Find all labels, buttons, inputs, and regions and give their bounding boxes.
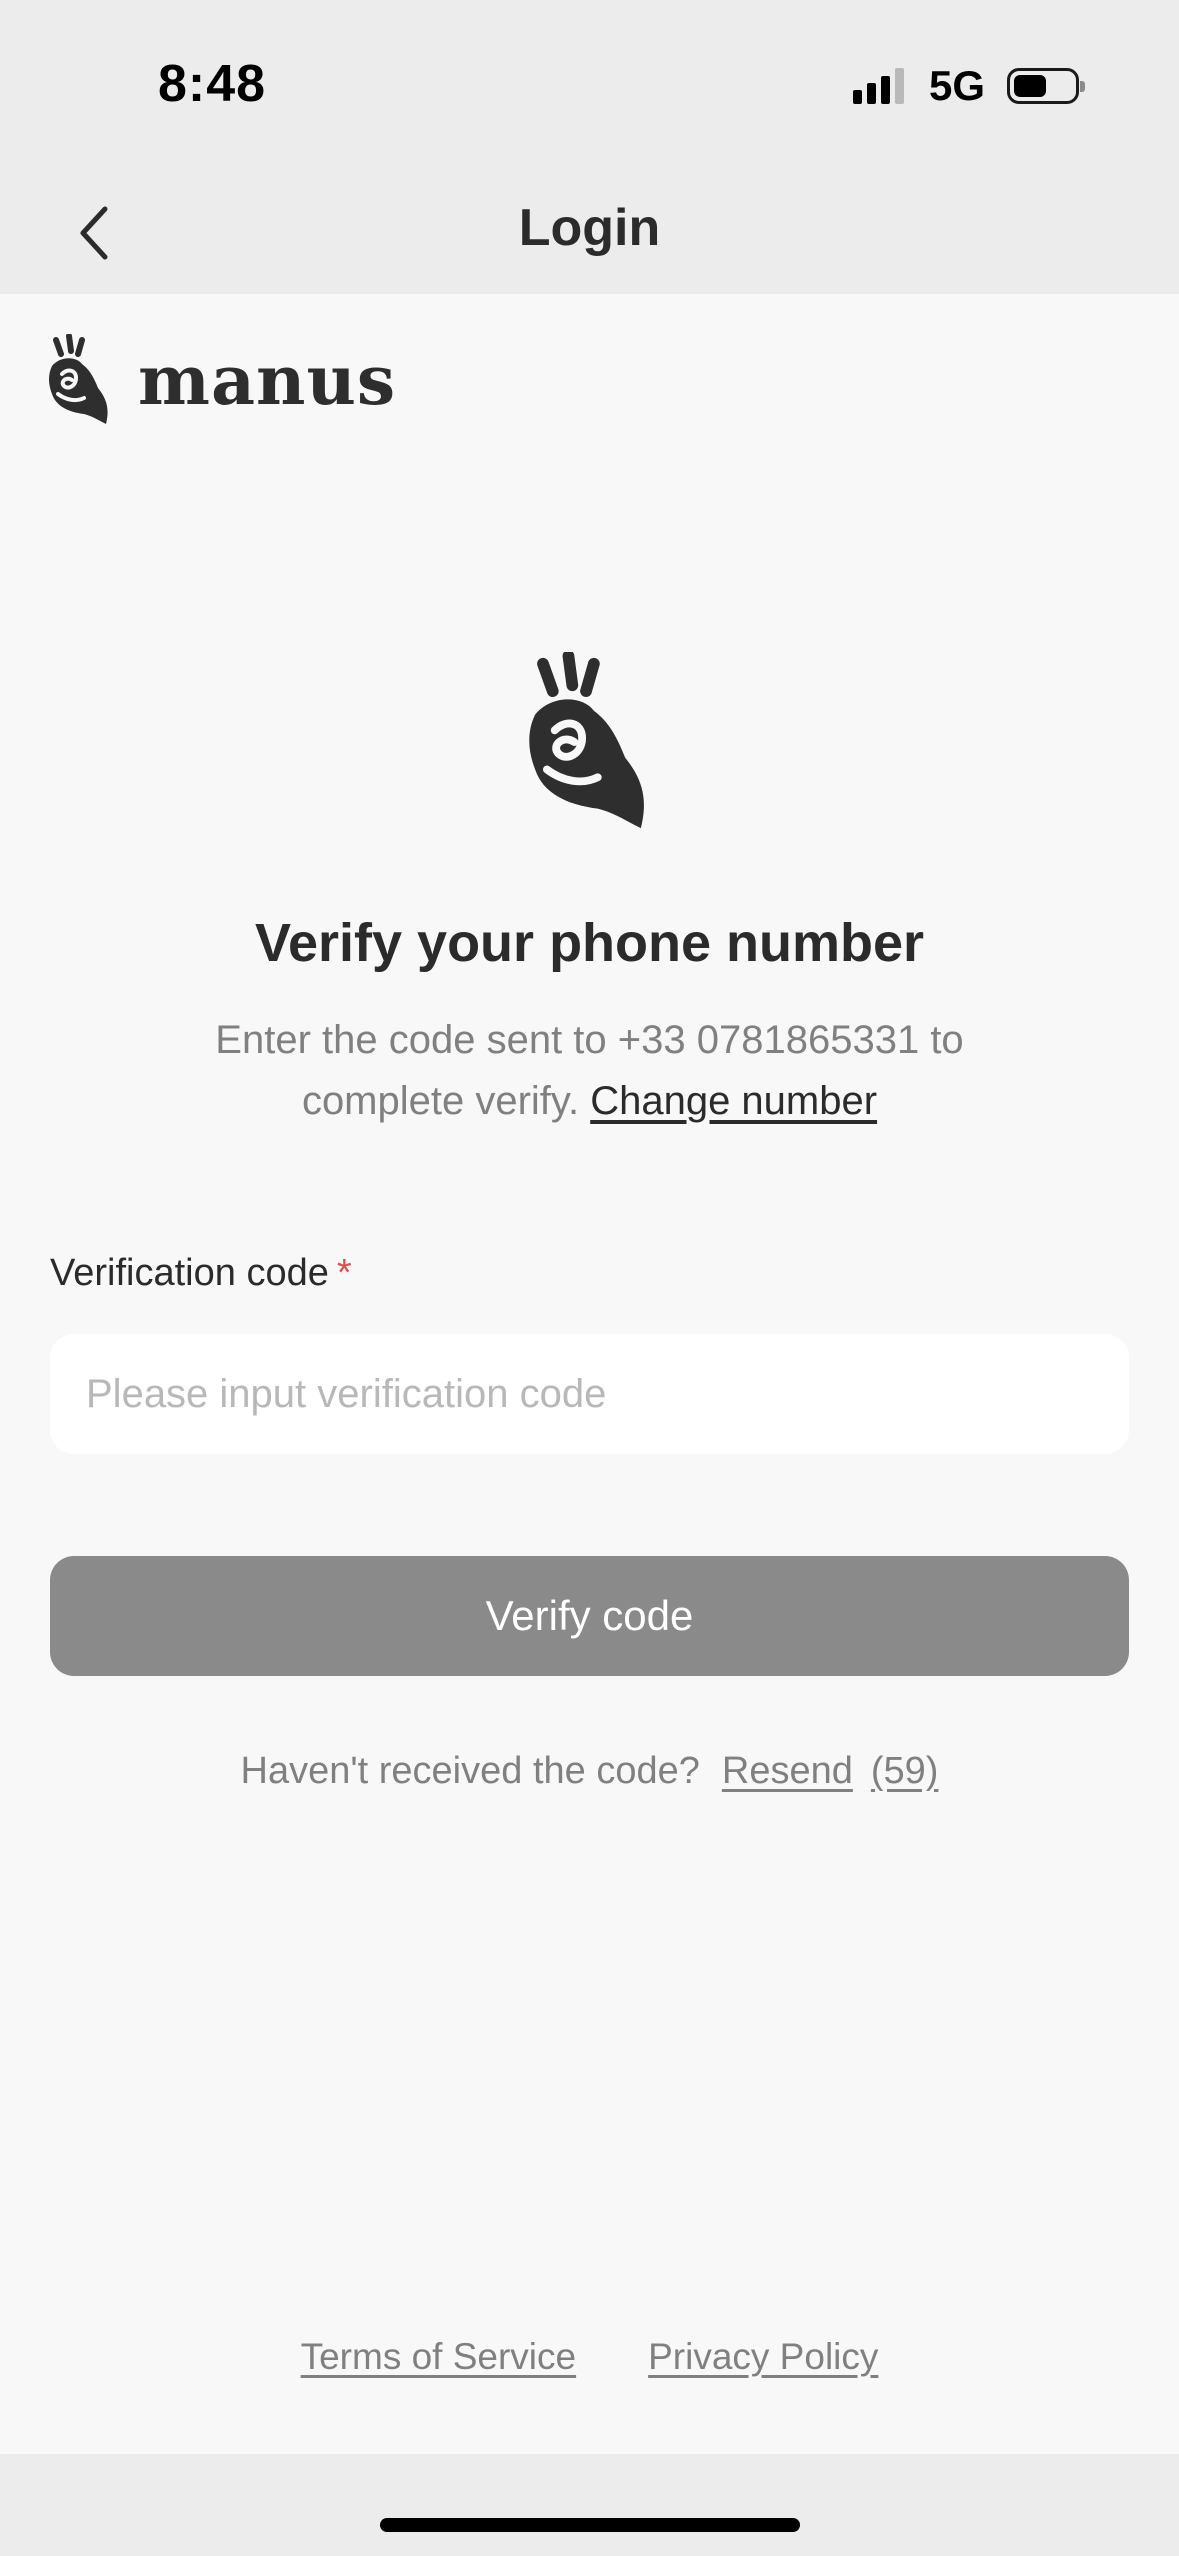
- verification-code-label-text: Verification code: [50, 1252, 329, 1294]
- footer-links: Terms of Service Privacy Policy: [0, 2336, 1179, 2378]
- home-indicator[interactable]: [380, 2518, 800, 2532]
- manus-hand-hero: [512, 650, 664, 841]
- network-type: 5G: [928, 62, 985, 109]
- verification-code-input[interactable]: [50, 1334, 1129, 1454]
- nav-bar: Login: [0, 172, 1179, 294]
- bottom-safe-area: [0, 2454, 1179, 2556]
- page-title: Login: [518, 199, 661, 257]
- resend-countdown: (59): [870, 1750, 939, 1792]
- status-indicators: 5G: [852, 62, 1085, 109]
- verify-description: Enter the code sent to +33 0781865331 to…: [140, 1010, 1039, 1132]
- change-number-link[interactable]: Change number: [590, 1079, 877, 1123]
- manus-hand-icon: [529, 650, 644, 829]
- verify-code-button[interactable]: Verify code: [50, 1556, 1129, 1676]
- resend-row: Haven't received the code? Resend (59): [0, 1750, 1179, 1793]
- terms-of-service-link[interactable]: Terms of Service: [301, 2336, 577, 2377]
- status-bar: 8:48 5G: [0, 0, 1179, 172]
- brand-logo: manus: [42, 334, 396, 428]
- status-time: 8:48: [158, 55, 267, 113]
- privacy-policy-link[interactable]: Privacy Policy: [648, 2336, 878, 2377]
- manus-hand-icon: [49, 334, 108, 424]
- verify-heading: Verify your phone number: [254, 913, 925, 973]
- brand-name: manus: [138, 341, 397, 421]
- cellular-signal-icon: [852, 68, 909, 104]
- resend-prompt: Haven't received the code?: [240, 1750, 700, 1792]
- required-mark: *: [336, 1252, 352, 1294]
- verification-code-label: Verification code *: [50, 1252, 352, 1295]
- battery-icon: [1007, 68, 1085, 104]
- resend-link[interactable]: Resend: [722, 1750, 853, 1792]
